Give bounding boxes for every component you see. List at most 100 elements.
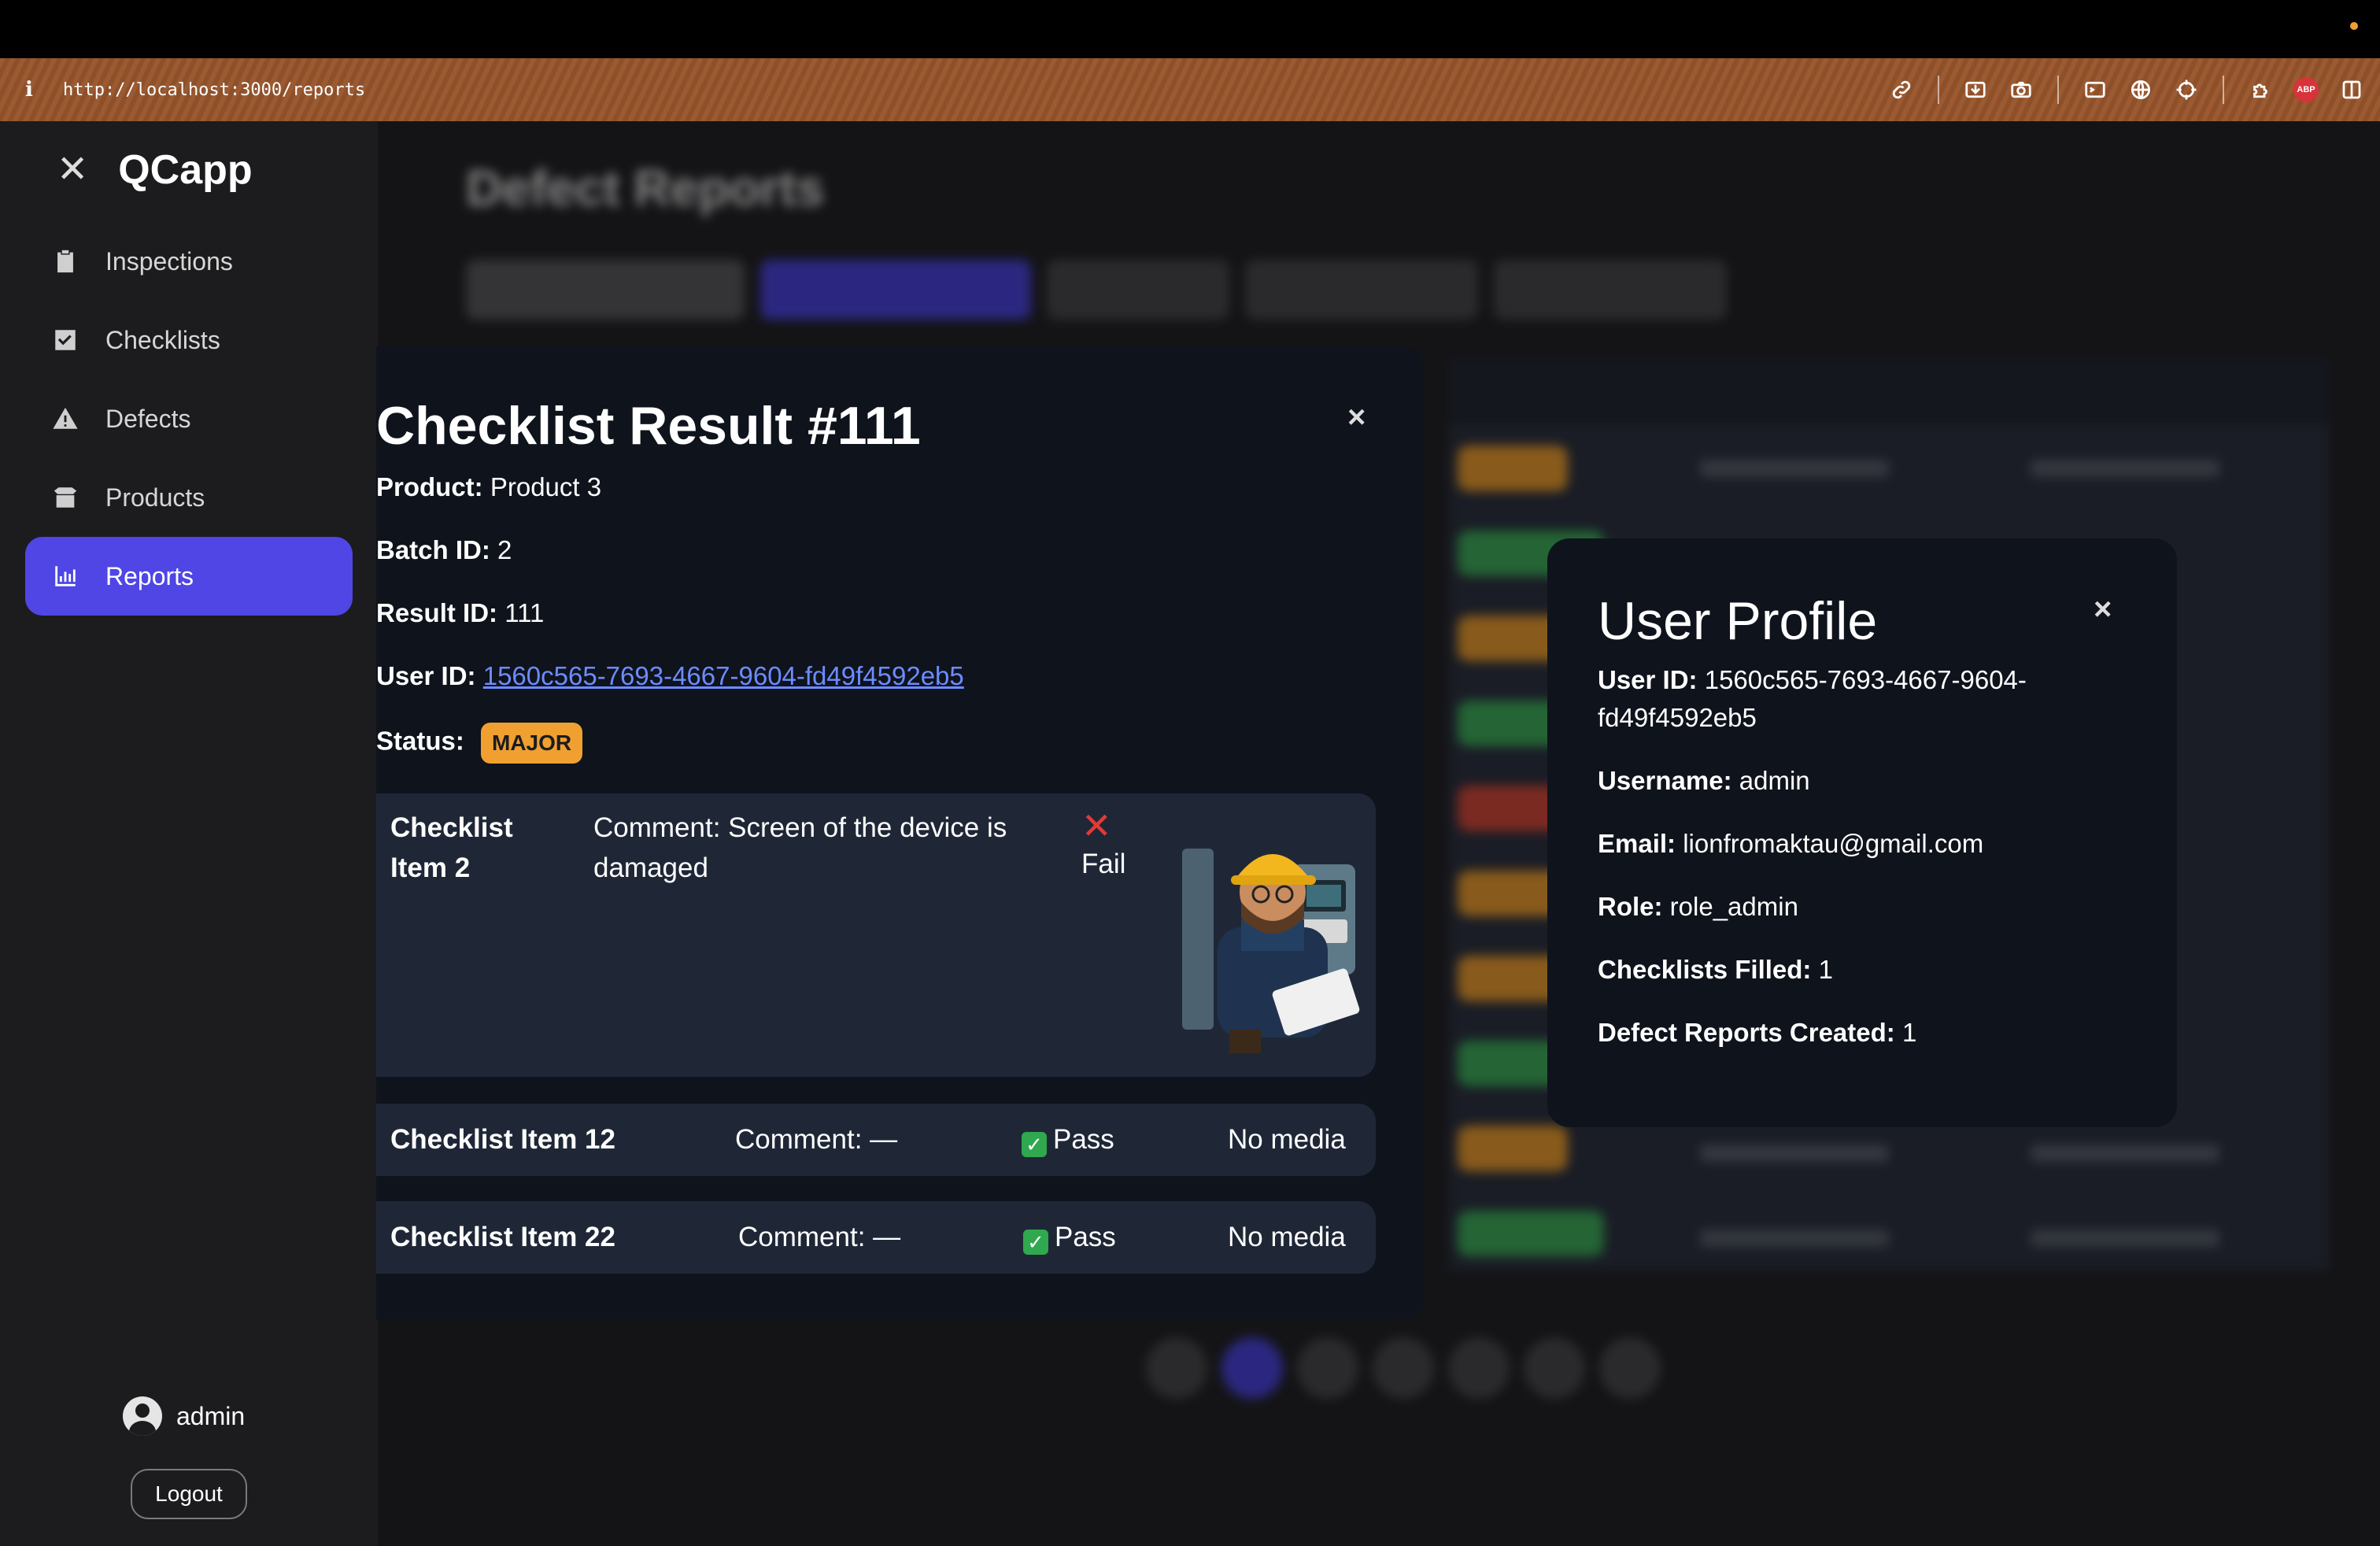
logout-button[interactable]: Logout xyxy=(131,1469,247,1519)
result-id-value: 111 xyxy=(504,598,545,627)
url-text[interactable]: http://localhost:3000/reports xyxy=(63,80,365,100)
table-cell xyxy=(1700,1145,1889,1162)
current-user: admin xyxy=(123,1396,245,1436)
checklist-item-result: ✓ Pass xyxy=(1022,1119,1114,1160)
profile-user-id: User ID: 1560c565-7693-4667-9604-fd49f45… xyxy=(1598,661,2101,737)
filter-date-to xyxy=(1494,260,1727,320)
warning-icon xyxy=(53,407,78,429)
engineer-image[interactable] xyxy=(1174,817,1363,1061)
profile-label: Username: xyxy=(1598,766,1732,795)
pagination-button xyxy=(1297,1337,1358,1399)
checklist-item-comment: Comment: — xyxy=(738,1222,901,1252)
camera-icon[interactable] xyxy=(2007,76,2035,104)
pagination-button xyxy=(1524,1337,1585,1399)
checklist-item-name: Checklist Item 12 xyxy=(390,1124,615,1155)
app-title: QCapp xyxy=(118,147,253,193)
toolbar-divider xyxy=(2057,76,2059,104)
checklist-item-card: Checklist Item 12 Comment: — ✓ Pass No me… xyxy=(376,1104,1376,1176)
sidebar-item-reports[interactable]: Reports xyxy=(25,537,353,616)
profile-value: lionfromaktau@gmail.com xyxy=(1683,829,1984,858)
pagination-button xyxy=(1373,1337,1434,1399)
sidebar-item-label: Inspections xyxy=(105,246,233,276)
pass-check-icon: ✓ xyxy=(1022,1132,1047,1157)
sidebar-item-defects[interactable]: Defects xyxy=(25,379,353,458)
pagination-button xyxy=(1448,1337,1510,1399)
checklist-item-card: Checklist Item 2 Comment: Screen of the … xyxy=(376,793,1376,1077)
checklist-item-comment: Comment: Screen of the device is damaged xyxy=(593,812,1007,884)
profile-value: 1 xyxy=(1818,955,1833,984)
profile-label: User ID: xyxy=(1598,665,1698,694)
filter-search xyxy=(466,260,745,320)
result-id-field: Result ID: 111 xyxy=(376,598,544,628)
sidebar-icon[interactable] xyxy=(2338,76,2366,104)
close-icon[interactable]: × xyxy=(1347,401,1366,433)
table-cell xyxy=(1700,460,1889,477)
pass-check-icon: ✓ xyxy=(1023,1230,1048,1255)
close-icon[interactable]: × xyxy=(2094,594,2112,625)
result-label: Pass xyxy=(1055,1222,1116,1252)
adblock-icon[interactable]: ABP xyxy=(2292,76,2320,104)
pagination-button xyxy=(1599,1337,1661,1399)
status-pill xyxy=(1458,446,1568,491)
batch-value: 2 xyxy=(497,535,512,564)
terminal-icon[interactable] xyxy=(2081,76,2109,104)
table-header xyxy=(1448,357,2330,428)
profile-value: admin xyxy=(1739,766,1810,795)
sidebar-item-label: Products xyxy=(105,483,205,512)
browser-toolbar: ABP xyxy=(1887,58,2366,121)
result-label: Fail xyxy=(1081,849,1126,879)
batch-field: Batch ID: 2 xyxy=(376,535,512,565)
checklist-item-name: Checklist Item 2 xyxy=(390,812,513,884)
save-icon[interactable] xyxy=(1961,76,1990,104)
globe-icon[interactable] xyxy=(2127,76,2155,104)
checklist-result-modal: Checklist Result #111 × Product: Product… xyxy=(376,346,1425,1319)
crosshair-icon[interactable] xyxy=(2172,76,2201,104)
media-status: No media xyxy=(1228,1124,1346,1155)
table-cell xyxy=(2031,460,2219,477)
pagination-button xyxy=(1146,1337,1207,1399)
table-cell xyxy=(2031,1230,2219,1247)
browser-address-bar: i http://localhost:3000/reports ABP xyxy=(0,58,2380,121)
sidebar-item-label: Checklists xyxy=(105,325,220,354)
result-label: Pass xyxy=(1053,1124,1114,1155)
avatar xyxy=(123,1396,162,1436)
profile-defect-reports: Defect Reports Created: 1 xyxy=(1598,1014,2101,1052)
result-id-label: Result ID: xyxy=(376,598,498,627)
modal-title: Checklist Result #111 xyxy=(376,396,921,456)
clipboard-icon xyxy=(57,250,73,273)
sidebar-item-checklists[interactable]: Checklists xyxy=(25,301,353,379)
profile-checklists-filled: Checklists Filled: 1 xyxy=(1598,951,2101,989)
sidebar-item-products[interactable]: Products xyxy=(25,458,353,537)
toolbar-divider xyxy=(1938,76,1939,104)
extension-icon[interactable] xyxy=(2246,76,2275,104)
box-icon xyxy=(54,487,77,508)
window-top-bar xyxy=(0,0,2380,58)
checklist-item-result: ✓ Pass xyxy=(1023,1217,1116,1257)
user-id-label: User ID: xyxy=(376,661,476,690)
username: admin xyxy=(176,1401,246,1430)
profile-label: Checklists Filled: xyxy=(1598,955,1812,984)
profile-value: role_admin xyxy=(1669,892,1798,921)
user-id-link[interactable]: 1560c565-7693-4667-9604-fd49f4592eb5 xyxy=(483,661,964,690)
close-sidebar-icon[interactable]: ✕ xyxy=(57,151,88,189)
sidebar-item-label: Defects xyxy=(105,404,191,433)
info-icon[interactable]: i xyxy=(25,78,46,102)
media-status: No media xyxy=(1228,1222,1346,1252)
profile-email: Email: lionfromaktau@gmail.com xyxy=(1598,825,2101,863)
filter-sort xyxy=(760,260,1031,320)
link-icon[interactable] xyxy=(1887,76,1916,104)
checklist-item-card: Checklist Item 22 Comment: — ✓ Pass No me… xyxy=(376,1201,1376,1274)
status-field: Status: MAJOR xyxy=(376,723,583,764)
pagination-button xyxy=(1221,1337,1283,1399)
batch-label: Batch ID: xyxy=(376,535,490,564)
checklist-item-name: Checklist Item 22 xyxy=(390,1222,615,1252)
table-cell xyxy=(1700,1230,1889,1247)
sidebar-item-inspections[interactable]: Inspections xyxy=(25,222,353,301)
sidebar-item-label: Reports xyxy=(105,561,194,590)
filter-date-from xyxy=(1245,260,1478,320)
product-field: Product: Product 3 xyxy=(376,472,601,502)
user-id-field: User ID: 1560c565-7693-4667-9604-fd49f45… xyxy=(376,661,964,691)
table-cell xyxy=(2031,1145,2219,1162)
checklist-item-result: ✕ Fail xyxy=(1081,808,1152,884)
product-value: Product 3 xyxy=(490,472,602,501)
